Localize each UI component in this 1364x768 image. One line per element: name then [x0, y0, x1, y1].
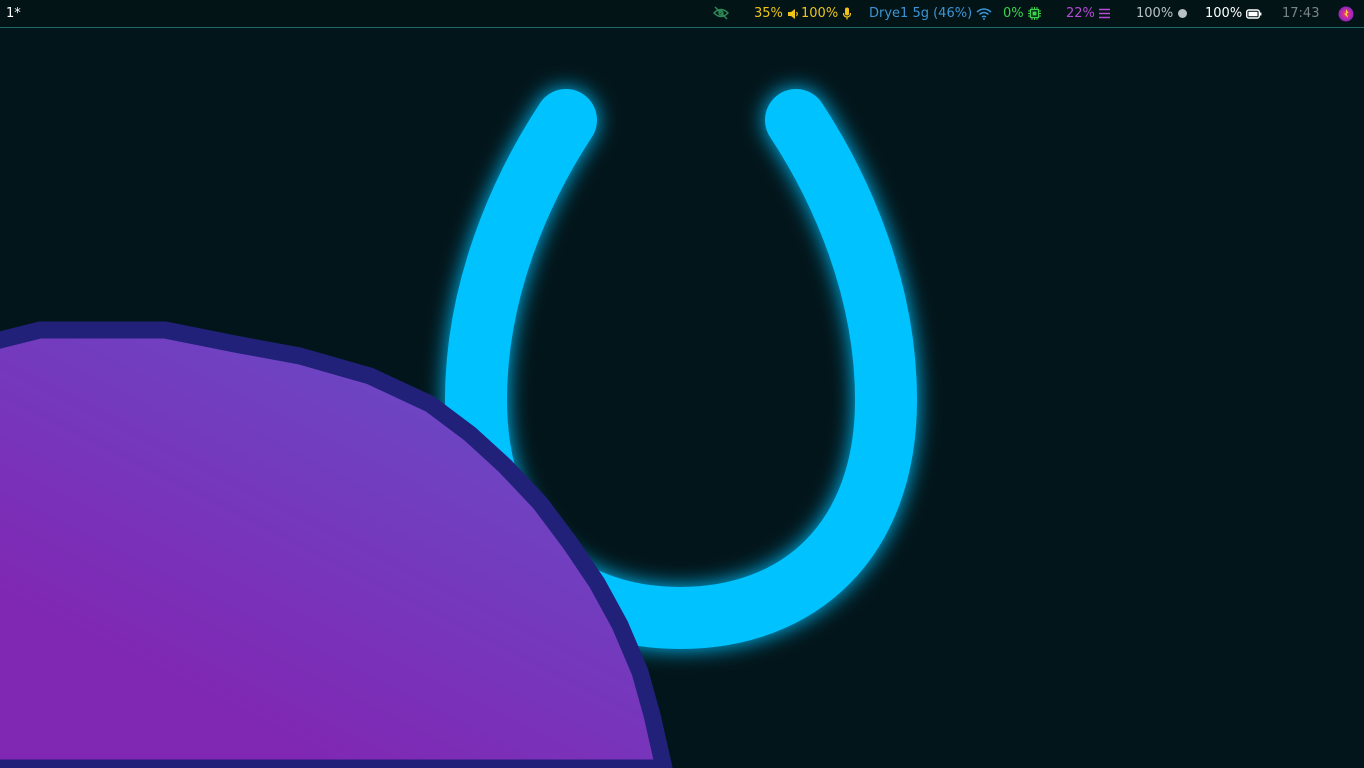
cpu-value: 0% — [1003, 6, 1024, 21]
volume-value: 35% — [754, 6, 783, 21]
workspace-indicator[interactable]: 1* — [6, 6, 21, 21]
battery-module[interactable]: 100% — [1205, 6, 1262, 21]
notification-app-icon — [1338, 6, 1354, 22]
clock-value: 17:43 — [1282, 6, 1320, 21]
wallpaper — [0, 89, 918, 768]
memory-bars-icon — [1098, 8, 1110, 19]
cpu-chip-icon — [1027, 7, 1041, 20]
backlight-module[interactable]: 100% — [1136, 6, 1188, 21]
battery-icon — [1246, 8, 1262, 19]
eye-off-icon — [713, 6, 729, 20]
memory-value: 22% — [1066, 6, 1095, 21]
clock-module[interactable]: 17:43 — [1282, 6, 1319, 21]
notification-tray[interactable] — [1338, 6, 1354, 22]
idle-inhibitor-module[interactable] — [713, 6, 729, 20]
speaker-icon — [787, 8, 798, 19]
backlight-value: 100% — [1136, 6, 1174, 21]
microphone-icon — [843, 7, 852, 20]
top-status-bar: 1* 35% 100% Drye1 5g (46%) 0% 22% 100% 1… — [0, 0, 1364, 28]
purple-blob-shape — [0, 321, 673, 768]
mic-value: 100% — [801, 6, 839, 21]
battery-value: 100% — [1205, 6, 1243, 21]
network-value: Drye1 5g (46%) — [869, 6, 973, 21]
network-module[interactable]: Drye1 5g (46%) — [869, 6, 992, 21]
memory-module[interactable]: 22% — [1066, 6, 1110, 21]
brightness-dot-icon — [1178, 9, 1188, 18]
volume-module[interactable]: 35% — [754, 6, 799, 21]
microphone-module[interactable]: 100% — [801, 6, 852, 21]
cpu-module[interactable]: 0% — [1003, 6, 1041, 21]
wifi-icon — [976, 7, 992, 20]
